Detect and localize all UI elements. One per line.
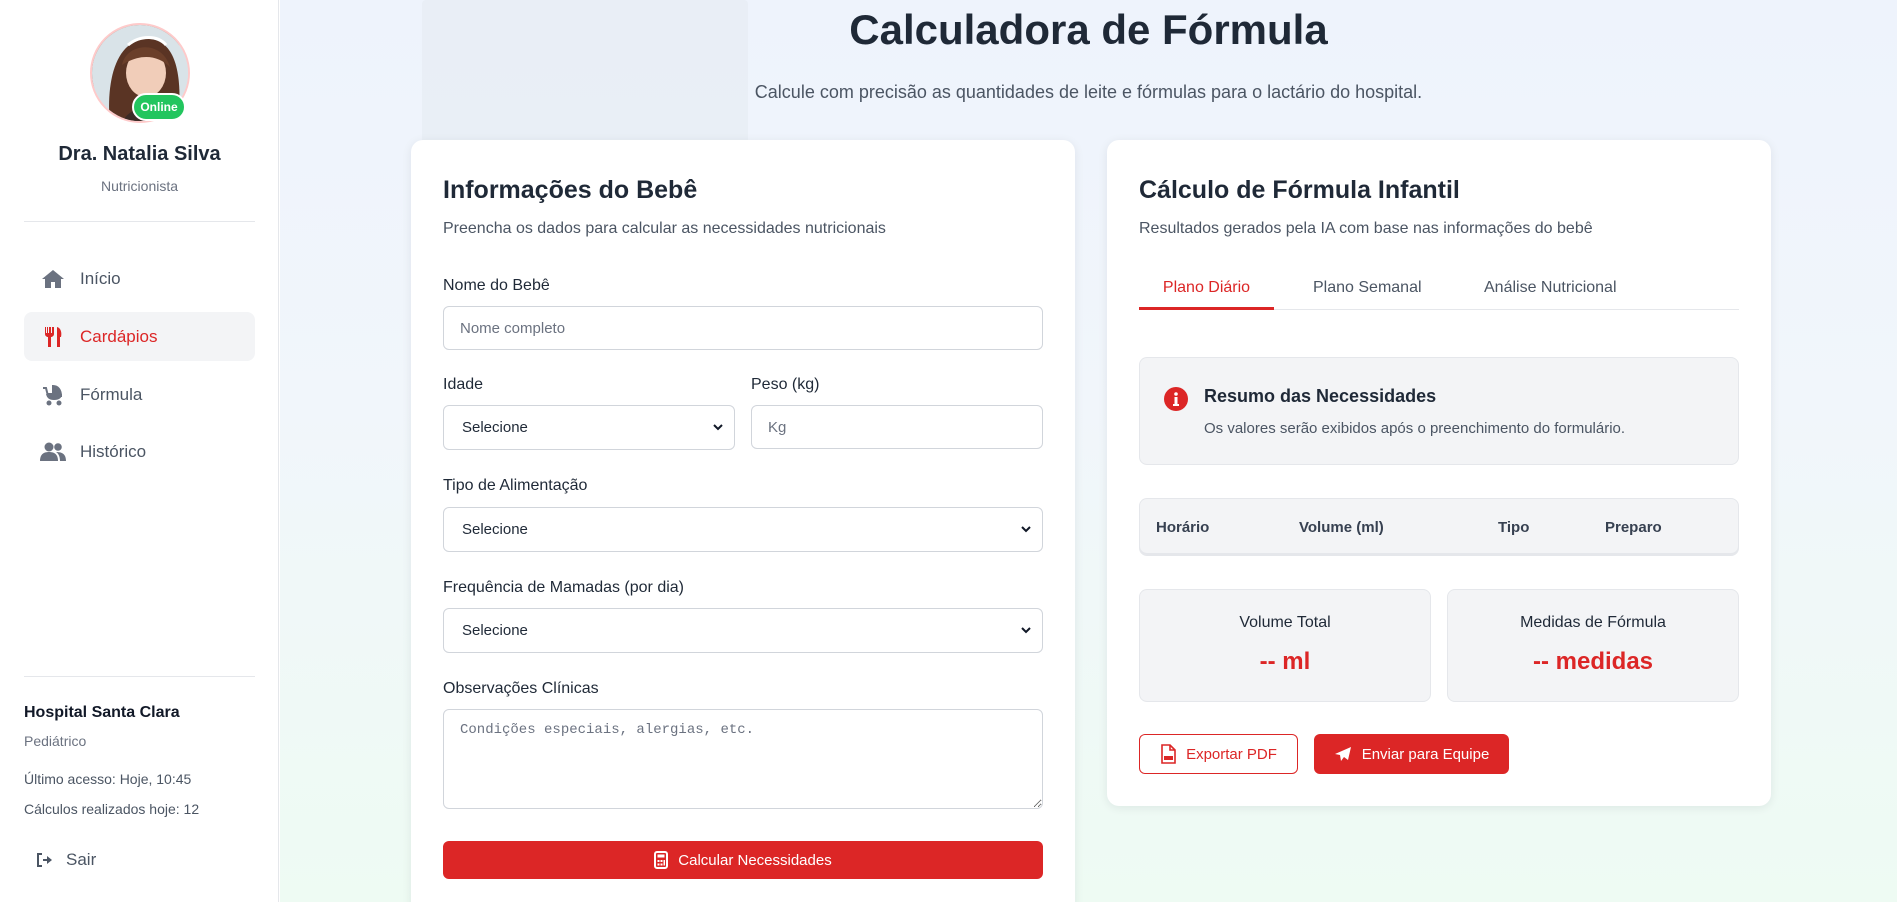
feeding-type-label: Tipo de Alimentação (443, 477, 588, 494)
info-circle-icon (1164, 387, 1188, 416)
baby-carriage-icon (40, 384, 66, 406)
chevron-down-icon (1021, 526, 1031, 533)
sidebar: Online Dra. Natalia Silva Nutricionista … (0, 0, 279, 902)
profile-avatar-wrap: Online (90, 23, 190, 123)
last-access: Último acesso: Hoje, 10:45 (24, 771, 192, 787)
column-header-volume: Volume (ml) (1299, 519, 1384, 536)
calculator-icon (654, 851, 669, 869)
sidebar-item-label: Histórico (80, 441, 147, 461)
column-header-tipo: Tipo (1498, 519, 1530, 536)
sidebar-item-label: Fórmula (80, 384, 143, 404)
form-title: Informações do Bebê (443, 176, 698, 204)
online-status-badge: Online (132, 93, 186, 121)
total-volume-stat: Volume Total -- ml (1139, 589, 1431, 702)
form-subtitle: Preencha os dados para calcular as neces… (443, 220, 886, 237)
feeding-type-select[interactable]: Selecione (443, 507, 1043, 552)
sidebar-item-formula[interactable]: Fórmula (24, 370, 255, 419)
weight-input[interactable] (751, 405, 1043, 449)
calculations-today: Cálculos realizados hoje: 12 (24, 801, 200, 817)
age-label: Idade (443, 376, 484, 393)
formula-measures-label: Medidas de Fórmula (1520, 614, 1666, 631)
weight-label: Peso (kg) (751, 376, 820, 393)
hospital-department: Pediátrico (24, 733, 87, 749)
logout-label: Sair (66, 850, 97, 869)
clinical-notes-label: Observações Clínicas (443, 680, 599, 697)
hospital-name: Hospital Santa Clara (24, 704, 180, 721)
home-icon (40, 268, 66, 290)
paper-plane-icon (1334, 746, 1352, 762)
export-pdf-label: Exportar PDF (1186, 745, 1277, 763)
calculate-button[interactable]: Calcular Necessidades (443, 841, 1043, 879)
formula-measures-value: -- medidas (1532, 648, 1654, 675)
feeding-type-value: Selecione (462, 521, 528, 538)
tab-analise-nutricional[interactable]: Análise Nutricional (1484, 268, 1617, 310)
age-select-value: Selecione (462, 419, 528, 436)
profile-role: Nutricionista (100, 178, 179, 194)
feeding-frequency-label: Frequência de Mamadas (por dia) (443, 579, 685, 596)
baby-name-label: Nome do Bebê (443, 277, 550, 294)
baby-name-input[interactable] (443, 306, 1043, 350)
column-header-horario: Horário (1156, 519, 1210, 536)
feeding-frequency-value: Selecione (462, 622, 528, 639)
profile-name: Dra. Natalia Silva (58, 143, 221, 165)
summary-text: Os valores serão exibidos após o preench… (1204, 420, 1626, 437)
logout-button[interactable]: Sair (36, 850, 96, 870)
formula-results-card: Cálculo de Fórmula Infantil Resultados g… (1107, 140, 1771, 806)
main-content: Calculadora de Fórmula Calcule com preci… (280, 0, 1897, 902)
age-select[interactable]: Selecione (443, 405, 735, 450)
results-tabs: Plano Diário Plano Semanal Análise Nutri… (1139, 268, 1739, 310)
sidebar-item-historico[interactable]: Histórico (24, 427, 255, 476)
chevron-down-icon (713, 424, 723, 431)
sidebar-item-inicio[interactable]: Início (24, 254, 255, 303)
export-pdf-button[interactable]: Exportar PDF (1139, 734, 1298, 774)
chevron-down-icon (1021, 627, 1031, 634)
page-title: Calculadora de Fórmula (849, 6, 1328, 53)
file-pdf-icon (1160, 744, 1176, 764)
utensils-icon (40, 326, 66, 348)
clinical-notes-textarea[interactable] (443, 709, 1043, 809)
tab-plano-diario[interactable]: Plano Diário (1139, 268, 1274, 310)
sidebar-item-label: Início (80, 268, 121, 288)
calculate-button-label: Calcular Necessidades (678, 851, 832, 869)
column-header-preparo: Preparo (1605, 519, 1662, 536)
sidebar-divider-top (24, 221, 255, 222)
feeding-schedule-table-header: Horário Volume (ml) Tipo Preparo (1139, 498, 1739, 556)
sidebar-divider-bottom (24, 676, 255, 677)
send-to-team-button[interactable]: Enviar para Equipe (1314, 734, 1509, 774)
sidebar-item-label: Cardápios (80, 326, 158, 346)
sidebar-item-cardapios[interactable]: Cardápios (24, 312, 255, 361)
sign-out-icon (36, 852, 54, 868)
formula-measures-stat: Medidas de Fórmula -- medidas (1447, 589, 1739, 702)
total-volume-value: -- ml (1259, 648, 1311, 675)
results-subtitle: Resultados gerados pela IA com base nas … (1139, 220, 1593, 237)
users-icon (40, 441, 66, 463)
baby-info-card: Informações do Bebê Preencha os dados pa… (411, 140, 1075, 902)
tab-plano-semanal[interactable]: Plano Semanal (1313, 268, 1422, 310)
page-subtitle: Calcule com precisão as quantidades de l… (754, 82, 1423, 102)
send-to-team-label: Enviar para Equipe (1361, 745, 1490, 763)
feeding-frequency-select[interactable]: Selecione (443, 608, 1043, 653)
needs-summary: Resumo das Necessidades Os valores serão… (1139, 357, 1739, 465)
summary-title: Resumo das Necessidades (1204, 386, 1437, 406)
total-volume-label: Volume Total (1239, 614, 1331, 631)
results-title: Cálculo de Fórmula Infantil (1139, 176, 1460, 204)
